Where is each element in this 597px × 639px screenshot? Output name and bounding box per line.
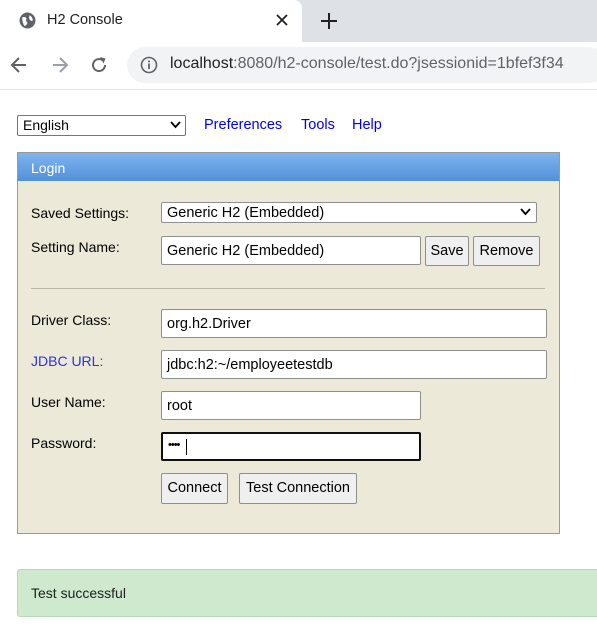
connect-button-label: Connect: [167, 480, 222, 496]
saved-settings-label: Saved Settings:: [31, 205, 130, 221]
browser-tab[interactable]: H2 Console: [0, 0, 302, 42]
close-tab-icon[interactable]: [274, 12, 290, 28]
language-value: English: [23, 117, 69, 133]
new-tab-icon[interactable]: [320, 12, 338, 30]
login-panel: Login Saved Settings: Generic H2 (Embedd…: [17, 152, 560, 534]
browser-tab-strip: H2 Console: [0, 0, 597, 42]
address-bar[interactable]: localhost:8080/h2-console/test.do?jsessi…: [127, 47, 597, 83]
reload-icon[interactable]: [89, 55, 109, 75]
driver-class-value: org.h2.Driver: [167, 316, 251, 332]
h2-console-page: English Preferences Tools Help Login Sav…: [0, 90, 597, 639]
user-name-input[interactable]: root: [161, 391, 421, 420]
user-name-value: root: [167, 398, 192, 414]
url-text: localhost:8080/h2-console/test.do?jsessi…: [170, 55, 564, 73]
login-title: Login: [31, 160, 66, 176]
setting-name-label: Setting Name:: [31, 239, 120, 255]
password-label: Password:: [31, 435, 97, 451]
remove-button-label: Remove: [479, 243, 534, 259]
saved-settings-select[interactable]: Generic H2 (Embedded): [161, 202, 537, 223]
help-link[interactable]: Help: [352, 117, 382, 133]
url-path: :8080/h2-console/test.do?jsessionid=1bfe…: [233, 55, 564, 72]
status-message: Test successful: [31, 585, 126, 601]
save-button-label: Save: [430, 243, 464, 259]
password-input[interactable]: ••••: [161, 432, 421, 461]
password-value: ••••: [168, 439, 180, 451]
forward-icon[interactable]: [50, 55, 70, 75]
test-connection-button-label: Test Connection: [246, 480, 350, 496]
tab-title: H2 Console: [47, 12, 123, 28]
connect-button[interactable]: Connect: [161, 473, 228, 504]
chevron-down-icon: [520, 208, 531, 216]
site-info-icon[interactable]: [140, 56, 158, 74]
setting-name-value: Generic H2 (Embedded): [167, 243, 325, 259]
driver-class-input[interactable]: org.h2.Driver: [161, 309, 547, 338]
driver-class-label: Driver Class:: [31, 312, 112, 328]
jdbc-url-label[interactable]: JDBC URL:: [31, 353, 103, 369]
user-name-label: User Name:: [31, 394, 106, 410]
language-select[interactable]: English: [17, 115, 186, 136]
status-message-box: Test successful: [17, 569, 597, 617]
preferences-link[interactable]: Preferences: [204, 117, 282, 133]
save-button[interactable]: Save: [425, 236, 469, 266]
text-caret: [186, 439, 187, 455]
setting-name-input[interactable]: Generic H2 (Embedded): [161, 236, 421, 265]
back-icon[interactable]: [9, 55, 29, 75]
test-connection-button[interactable]: Test Connection: [239, 473, 357, 504]
globe-icon: [19, 12, 36, 29]
jdbc-url-value: jdbc:h2:~/employeetestdb: [167, 357, 333, 373]
saved-settings-value: Generic H2 (Embedded): [167, 205, 325, 221]
section-divider: [31, 288, 545, 289]
tools-link[interactable]: Tools: [301, 117, 335, 133]
browser-toolbar: localhost:8080/h2-console/test.do?jsessi…: [0, 42, 597, 90]
chevron-down-icon: [170, 121, 181, 129]
login-header: Login: [18, 153, 559, 181]
remove-button[interactable]: Remove: [473, 236, 540, 266]
url-host: localhost: [170, 55, 234, 72]
jdbc-url-input[interactable]: jdbc:h2:~/employeetestdb: [161, 350, 547, 379]
